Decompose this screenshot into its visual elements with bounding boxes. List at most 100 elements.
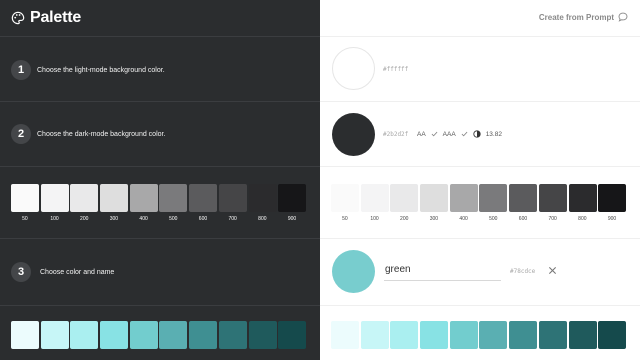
- close-icon[interactable]: [548, 266, 557, 275]
- light-bg-swatch[interactable]: [332, 47, 375, 90]
- light-panel: Create from Prompt #ffffff #2b2d2f AA AA…: [320, 0, 640, 360]
- palette-icon: [11, 11, 25, 25]
- step-2: 2 Choose the dark-mode background color.: [0, 114, 320, 154]
- dark-bg-swatch[interactable]: [332, 113, 375, 156]
- swatch-label: 300: [109, 216, 119, 222]
- contrast-ratio: 13.82: [485, 130, 502, 138]
- neutral-swatch-800[interactable]: [568, 184, 597, 212]
- neutral-swatch-400[interactable]: [129, 184, 158, 212]
- color-swatch-800[interactable]: [568, 321, 597, 349]
- neutral-swatch-600[interactable]: [189, 184, 218, 212]
- swatch-label: 600: [518, 216, 528, 222]
- header-left: Palette: [0, 0, 320, 37]
- swatch-label: 200: [80, 216, 89, 222]
- check-icon: [461, 131, 468, 137]
- color-swatch-700[interactable]: [218, 321, 247, 349]
- color-swatch-600[interactable]: [189, 321, 218, 349]
- aaa-label: AAA: [442, 130, 456, 138]
- color-swatch-500[interactable]: [159, 321, 188, 349]
- neutral-swatch-100[interactable]: [360, 184, 389, 212]
- divider: [0, 166, 320, 167]
- divider: [320, 101, 640, 102]
- step-1: 1 Choose the light-mode background color…: [0, 50, 320, 90]
- swatch-label: 400: [459, 216, 468, 222]
- app-title: Palette: [30, 9, 82, 26]
- color-swatch[interactable]: [332, 250, 375, 293]
- step-number: 2: [11, 124, 31, 144]
- color-name-input[interactable]: [384, 259, 501, 281]
- swatch-label: 100: [50, 216, 59, 222]
- swatch-label: 900: [607, 216, 617, 222]
- divider: [0, 101, 320, 102]
- swatch-label: 100: [370, 216, 379, 222]
- dark-panel: Palette 1 Choose the light-mode backgrou…: [0, 0, 320, 360]
- divider: [320, 166, 640, 167]
- swatch-label: 400: [139, 216, 148, 222]
- color-swatch-300[interactable]: [420, 321, 449, 349]
- neutral-swatch-100[interactable]: [40, 184, 69, 212]
- light-bg-hex[interactable]: #ffffff: [383, 66, 408, 73]
- contrast-info: AA AAA 13.82: [417, 130, 502, 138]
- neutral-swatch-200[interactable]: [390, 184, 419, 212]
- neutral-swatch-700[interactable]: [218, 184, 247, 212]
- divider: [0, 238, 320, 239]
- neutral-swatch-400[interactable]: [449, 184, 478, 212]
- step-text: Choose the dark-mode background color.: [37, 130, 166, 138]
- color-swatch-500[interactable]: [479, 321, 508, 349]
- swatch-label: 700: [548, 216, 557, 222]
- color-swatch-700[interactable]: [538, 321, 567, 349]
- swatch-label: 900: [287, 216, 297, 222]
- step-text: Choose the light-mode background color.: [37, 66, 165, 74]
- create-from-prompt-label: Create from Prompt: [538, 12, 614, 22]
- divider: [320, 238, 640, 239]
- step-3: 3 Choose color and name: [0, 252, 320, 292]
- neutral-swatch-900[interactable]: [278, 184, 307, 212]
- neutral-swatch-500[interactable]: [479, 184, 508, 212]
- step-number: 1: [11, 60, 31, 80]
- neutral-swatch-row-dark: [11, 184, 308, 212]
- neutral-swatch-row-light: [331, 184, 628, 212]
- color-hex[interactable]: #78cdce: [510, 268, 535, 275]
- neutral-swatch-600[interactable]: [509, 184, 538, 212]
- swatch-label: 300: [429, 216, 439, 222]
- aa-label: AA: [417, 130, 426, 138]
- neutral-swatch-300[interactable]: [100, 184, 129, 212]
- color-swatch-900[interactable]: [598, 321, 627, 349]
- color-swatch-200[interactable]: [70, 321, 99, 349]
- color-swatch-400[interactable]: [449, 321, 478, 349]
- color-swatch-400[interactable]: [129, 321, 158, 349]
- swatch-label: 700: [228, 216, 237, 222]
- neutral-swatch-50[interactable]: [11, 184, 39, 212]
- neutral-swatch-300[interactable]: [420, 184, 449, 212]
- color-swatch-100[interactable]: [40, 321, 69, 349]
- color-swatch-50[interactable]: [11, 321, 39, 349]
- neutral-swatch-900[interactable]: [598, 184, 627, 212]
- color-swatch-50[interactable]: [331, 321, 359, 349]
- check-icon: [431, 131, 438, 137]
- step-number: 3: [11, 262, 31, 282]
- chat-bubble-icon: [618, 12, 628, 22]
- divider: [0, 305, 320, 306]
- step-text: Choose color and name: [40, 268, 115, 276]
- color-swatch-900[interactable]: [278, 321, 307, 349]
- neutral-swatch-700[interactable]: [538, 184, 567, 212]
- create-from-prompt-button[interactable]: Create from Prompt: [539, 12, 628, 22]
- swatch-label: 500: [169, 216, 178, 222]
- swatch-labels: 50 100 200 300 400 500 600 700 800 900: [330, 216, 627, 222]
- dark-bg-hex[interactable]: #2b2d2f: [383, 131, 408, 138]
- swatch-label: 500: [489, 216, 498, 222]
- swatch-label: 50: [22, 216, 28, 222]
- color-swatch-row-light: [331, 321, 628, 349]
- color-swatch-100[interactable]: [360, 321, 389, 349]
- header-right: Create from Prompt: [320, 0, 640, 37]
- neutral-swatch-200[interactable]: [70, 184, 99, 212]
- neutral-swatch-500[interactable]: [159, 184, 188, 212]
- color-swatch-300[interactable]: [100, 321, 129, 349]
- color-swatch-row-dark: [11, 321, 308, 349]
- neutral-swatch-800[interactable]: [248, 184, 277, 212]
- color-swatch-600[interactable]: [509, 321, 538, 349]
- color-swatch-800[interactable]: [248, 321, 277, 349]
- neutral-swatch-50[interactable]: [331, 184, 359, 212]
- color-swatch-200[interactable]: [390, 321, 419, 349]
- swatch-label: 50: [342, 216, 348, 222]
